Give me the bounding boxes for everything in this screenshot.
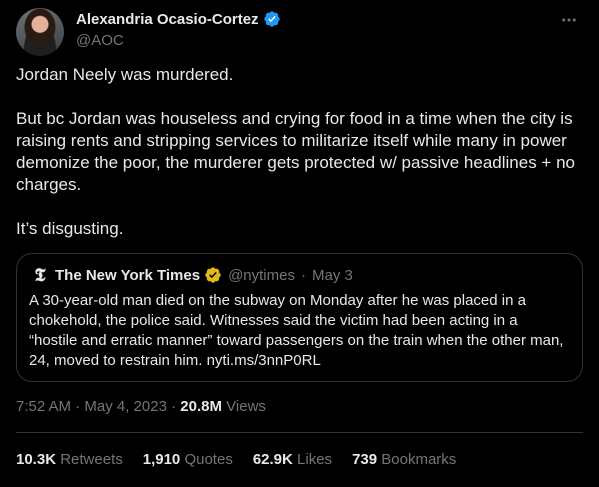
bookmarks-stat[interactable]: 739 Bookmarks — [352, 451, 456, 468]
bookmarks-count: 739 — [352, 451, 378, 468]
tweet-paragraph: It’s disgusting. — [16, 219, 124, 238]
tweet-paragraph: But bc Jordan was houseless and crying f… — [16, 109, 575, 194]
quoted-author-handle: @nytimes — [228, 266, 295, 284]
quoted-tweet-text: A 30-year-old man died on the subway on … — [29, 292, 564, 369]
tweet-date[interactable]: May 4, 2023 — [84, 398, 167, 415]
quotes-count: 1,910 — [142, 451, 181, 468]
views-label: Views — [226, 398, 266, 415]
tweet-text: Jordan Neely was murdered. But bc Jordan… — [16, 64, 583, 262]
bookmarks-label: Bookmarks — [381, 451, 457, 468]
more-options-icon[interactable] — [559, 10, 579, 30]
quoted-tweet-header: 𝕿 The New York Times @nytimes · May 3 — [29, 264, 570, 286]
meta-separator: · — [171, 398, 181, 415]
retweets-label: Retweets — [60, 451, 123, 468]
author-display-name[interactable]: Alexandria Ocasio-Cortez — [76, 11, 259, 28]
tweet-header: Alexandria Ocasio-Cortez @AOC — [16, 8, 583, 56]
author-handle[interactable]: @AOC — [76, 32, 281, 49]
meta-separator: · — [75, 398, 85, 415]
avatar[interactable] — [16, 8, 64, 56]
tweet-paragraph: Jordan Neely was murdered. — [16, 65, 234, 84]
quoted-separator: · — [300, 266, 306, 284]
quotes-stat[interactable]: 1,910 Quotes — [143, 451, 233, 468]
verified-badge-icon — [263, 11, 280, 27]
tweet-time[interactable]: 7:52 AM — [16, 398, 71, 415]
engagement-stats: 10.3K Retweets 1,910 Quotes 62.9K Likes … — [16, 451, 456, 468]
quotes-label: Quotes — [184, 451, 233, 468]
quoted-date: May 3 — [311, 266, 353, 284]
likes-label: Likes — [297, 451, 333, 468]
likes-stat[interactable]: 62.9K Likes — [253, 451, 332, 468]
author-info: Alexandria Ocasio-Cortez @AOC — [76, 9, 281, 49]
retweets-stat[interactable]: 10.3K Retweets — [16, 451, 123, 468]
gold-verified-badge-icon — [205, 267, 221, 283]
name-row: Alexandria Ocasio-Cortez — [76, 9, 281, 29]
likes-count: 62.9K — [252, 451, 293, 468]
retweets-count: 10.3K — [16, 451, 57, 468]
quoted-tweet[interactable]: 𝕿 The New York Times @nytimes · May 3 A … — [16, 253, 583, 382]
divider — [16, 432, 583, 433]
nyt-logo-icon: 𝕿 — [34, 264, 46, 286]
quoted-author-name: The New York Times — [55, 266, 201, 284]
more-dots-icon — [562, 18, 576, 22]
tweet-detail: Alexandria Ocasio-Cortez @AOC Jordan Nee… — [0, 0, 599, 487]
views-count: 20.8M — [180, 398, 222, 415]
tweet-meta: 7:52 AM · May 4, 2023 · 20.8M Views — [16, 398, 266, 415]
